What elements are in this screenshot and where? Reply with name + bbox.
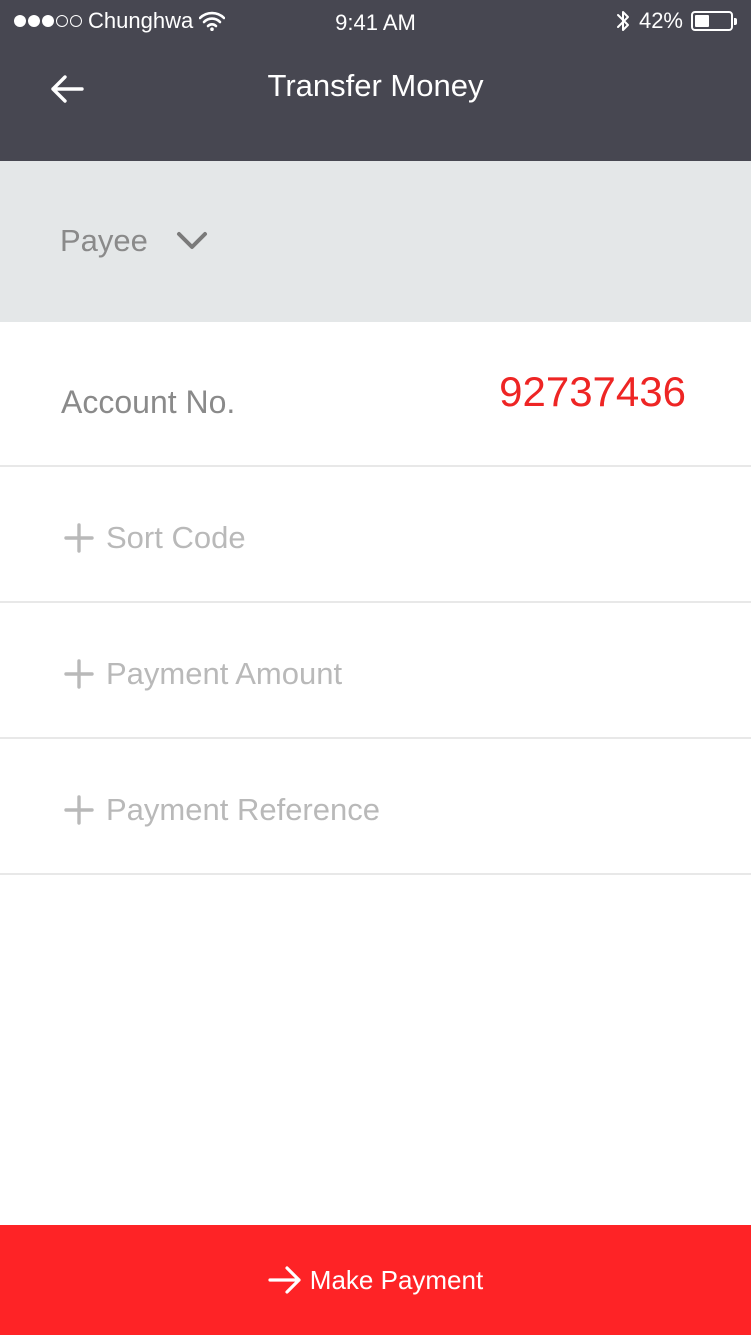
payment-reference-row: Payment Reference [0, 739, 751, 875]
account-number-row: Account No. 92737436 [0, 322, 751, 467]
battery-level-fill [695, 15, 709, 27]
status-bar: Chunghwa 9:41 AM 42% [0, 0, 751, 44]
page-title: Transfer Money [267, 68, 484, 103]
battery-icon [691, 11, 737, 31]
add-payment-reference-button[interactable]: Payment Reference [64, 792, 380, 828]
add-payment-amount-button[interactable]: Payment Amount [64, 656, 342, 692]
payee-dropdown[interactable]: Payee [60, 223, 208, 259]
arrow-right-icon [268, 1265, 302, 1295]
payment-amount-row: Payment Amount [0, 603, 751, 739]
battery-percent: 42% [638, 8, 683, 33]
bluetooth-icon [615, 9, 631, 33]
plus-icon [64, 523, 94, 553]
transfer-money-screen: Chunghwa 9:41 AM 42% Transfer Money Paye… [0, 0, 751, 1335]
payment-amount-label: Payment Amount [106, 656, 343, 691]
make-payment-button[interactable]: Make Payment [0, 1225, 751, 1335]
payment-reference-label: Payment Reference [106, 792, 380, 827]
top-bar: Chunghwa 9:41 AM 42% Transfer Money [0, 0, 751, 161]
payee-label: Payee [60, 223, 148, 258]
make-payment-label: Make Payment [309, 1264, 484, 1295]
sort-code-label: Sort Code [106, 520, 246, 555]
sort-code-row: Sort Code [0, 467, 751, 603]
chevron-down-icon [176, 231, 208, 251]
account-number-label: Account No. [61, 384, 236, 420]
add-sort-code-button[interactable]: Sort Code [64, 520, 246, 556]
plus-icon [64, 795, 94, 825]
navigation-header: Transfer Money [0, 44, 751, 134]
account-number-value: 92737436 [499, 368, 686, 415]
plus-icon [64, 659, 94, 689]
status-right: 42% [615, 8, 737, 34]
payee-section: Payee [0, 161, 751, 322]
